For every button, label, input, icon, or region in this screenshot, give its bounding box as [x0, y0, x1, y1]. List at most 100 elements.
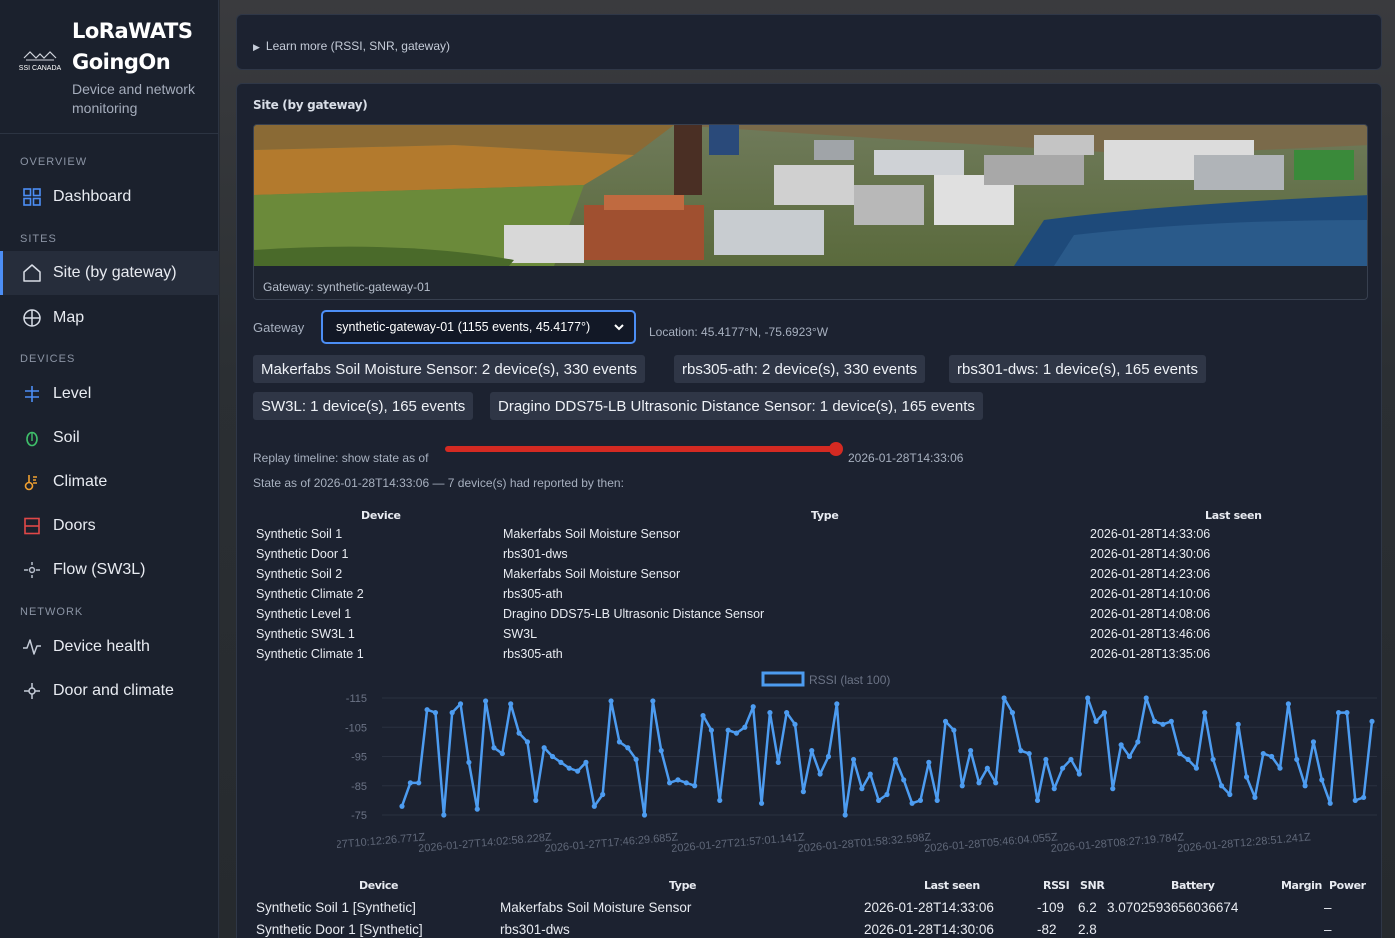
nav-item-map[interactable]: Map	[0, 296, 219, 340]
data-point[interactable]	[658, 748, 664, 754]
data-point[interactable]	[1277, 765, 1283, 771]
replay-slider-thumb[interactable]	[829, 442, 843, 456]
data-point[interactable]	[1352, 797, 1358, 803]
data-point[interactable]	[608, 698, 614, 704]
data-point[interactable]	[1218, 783, 1225, 789]
data-point[interactable]	[1060, 765, 1066, 771]
data-point[interactable]	[1168, 718, 1174, 724]
data-point[interactable]	[1285, 701, 1291, 707]
data-point[interactable]	[800, 789, 806, 795]
data-point[interactable]	[1252, 794, 1258, 801]
data-point[interactable]	[508, 701, 514, 707]
data-point[interactable]	[942, 718, 949, 724]
data-point[interactable]	[1344, 710, 1350, 716]
data-point[interactable]	[549, 753, 556, 760]
data-point[interactable]	[934, 797, 940, 803]
data-point[interactable]	[708, 727, 714, 733]
data-point[interactable]	[666, 780, 673, 786]
nav-item-dashboard[interactable]: Dashboard	[0, 175, 219, 219]
data-point[interactable]	[591, 803, 597, 809]
data-point[interactable]	[575, 768, 581, 774]
data-point[interactable]	[884, 791, 890, 798]
data-point[interactable]	[1294, 756, 1300, 763]
data-point[interactable]	[1034, 797, 1041, 803]
nav-item-soil[interactable]: Soil	[0, 416, 219, 460]
data-point[interactable]	[1235, 721, 1241, 727]
data-point[interactable]	[1001, 695, 1007, 701]
data-point[interactable]	[541, 745, 547, 751]
data-point[interactable]	[842, 812, 848, 818]
data-point[interactable]	[951, 727, 957, 733]
data-point[interactable]	[825, 753, 832, 760]
data-point[interactable]	[859, 786, 865, 792]
data-point[interactable]	[407, 780, 413, 786]
gateway-select[interactable]: synthetic-gateway-01 (1155 events, 45.41…	[321, 310, 636, 344]
data-point[interactable]	[474, 806, 480, 812]
data-point[interactable]	[566, 765, 572, 771]
data-point[interactable]	[625, 745, 631, 751]
data-point[interactable]	[817, 771, 823, 777]
data-point[interactable]	[399, 803, 405, 809]
data-point[interactable]	[1118, 742, 1124, 748]
data-point[interactable]	[926, 759, 932, 765]
data-point[interactable]	[700, 712, 706, 719]
data-point[interactable]	[1018, 748, 1024, 754]
data-point[interactable]	[499, 750, 505, 757]
data-point[interactable]	[1160, 721, 1166, 727]
data-point[interactable]	[641, 812, 648, 818]
data-point[interactable]	[1369, 718, 1375, 724]
data-point[interactable]	[917, 797, 924, 803]
nav-item-level[interactable]: Level	[0, 372, 219, 416]
data-point[interactable]	[633, 756, 639, 763]
data-point[interactable]	[1043, 756, 1049, 763]
data-point[interactable]	[449, 710, 455, 716]
data-point[interactable]	[717, 797, 723, 803]
data-point[interactable]	[1051, 786, 1057, 792]
data-point[interactable]	[1110, 786, 1116, 792]
data-point[interactable]	[1193, 765, 1199, 771]
data-point[interactable]	[993, 780, 999, 786]
data-point[interactable]	[1227, 791, 1233, 798]
data-point[interactable]	[976, 780, 982, 786]
data-point[interactable]	[1126, 753, 1133, 760]
data-point[interactable]	[692, 783, 698, 789]
data-point[interactable]	[558, 759, 564, 765]
nav-item-site-by-gateway[interactable]: Site (by gateway)	[0, 251, 219, 295]
data-point[interactable]	[1269, 753, 1275, 760]
data-point[interactable]	[1177, 750, 1183, 757]
data-point[interactable]	[984, 765, 990, 771]
nav-item-climate[interactable]: Climate	[0, 460, 219, 504]
data-point[interactable]	[616, 739, 623, 745]
data-point[interactable]	[533, 797, 539, 803]
data-point[interactable]	[1302, 783, 1308, 789]
data-point[interactable]	[733, 730, 740, 736]
data-point[interactable]	[867, 771, 873, 777]
data-point[interactable]	[784, 710, 790, 716]
nav-item-doors[interactable]: Doors	[0, 504, 219, 548]
data-point[interactable]	[483, 698, 489, 704]
data-point[interactable]	[1093, 718, 1099, 724]
data-point[interactable]	[909, 800, 915, 806]
data-point[interactable]	[1143, 695, 1149, 701]
data-point[interactable]	[466, 759, 472, 765]
data-point[interactable]	[675, 777, 681, 783]
learn-more-toggle[interactable]: ▶ Learn more (RSSI, SNR, gateway)	[253, 39, 450, 53]
data-point[interactable]	[1026, 750, 1032, 757]
data-point[interactable]	[457, 701, 464, 707]
data-point[interactable]	[758, 800, 765, 806]
data-point[interactable]	[959, 783, 965, 789]
data-point[interactable]	[600, 791, 606, 798]
data-point[interactable]	[968, 748, 974, 754]
data-point[interactable]	[901, 777, 907, 783]
data-point[interactable]	[683, 780, 689, 786]
data-point[interactable]	[834, 701, 840, 707]
data-point[interactable]	[583, 759, 589, 765]
data-point[interactable]	[1085, 695, 1091, 701]
nav-item-door-and-climate[interactable]: Door and climate	[0, 669, 219, 713]
data-point[interactable]	[424, 707, 430, 713]
data-point[interactable]	[1335, 710, 1342, 716]
data-point[interactable]	[1210, 756, 1216, 763]
nav-item-flow[interactable]: Flow (SW3L)	[0, 548, 219, 592]
data-point[interactable]	[775, 759, 781, 765]
data-point[interactable]	[441, 812, 447, 818]
